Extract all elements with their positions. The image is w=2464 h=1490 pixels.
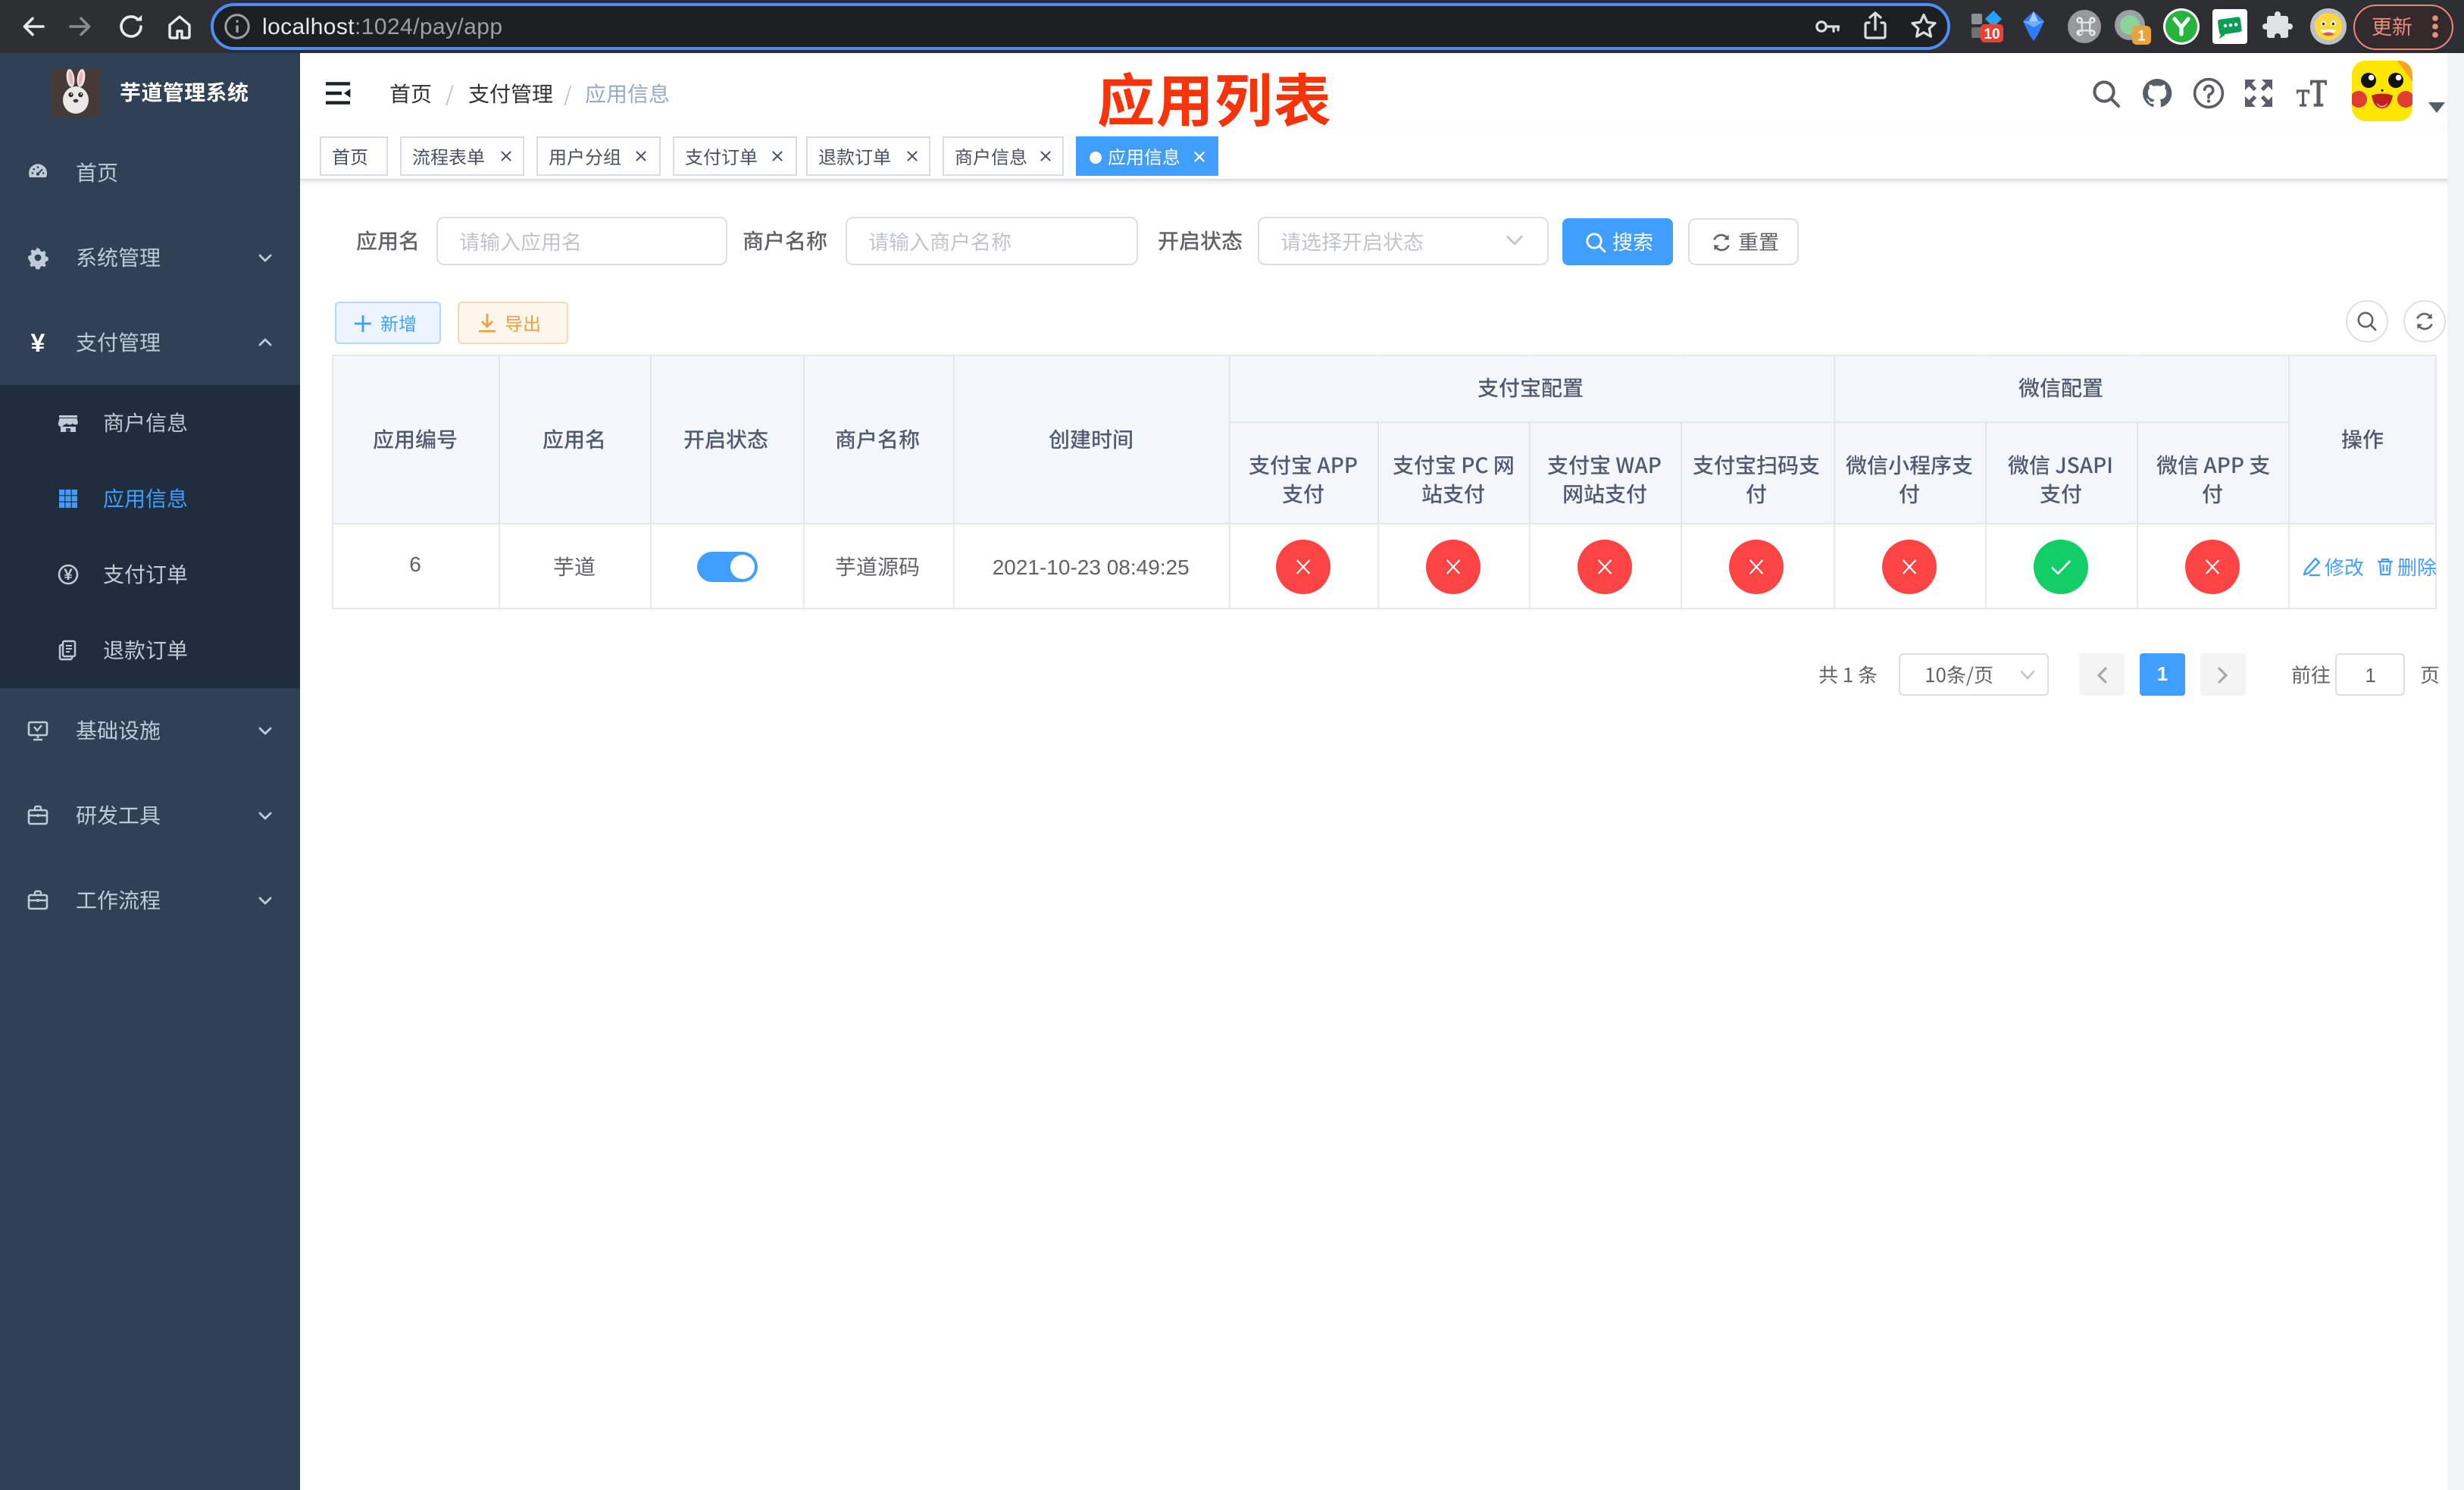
svg-text:1: 1 [2137,29,2146,45]
svg-text:10: 10 [1984,27,2000,42]
svg-text:¥: ¥ [31,329,45,358]
svg-text:¥: ¥ [64,566,73,584]
